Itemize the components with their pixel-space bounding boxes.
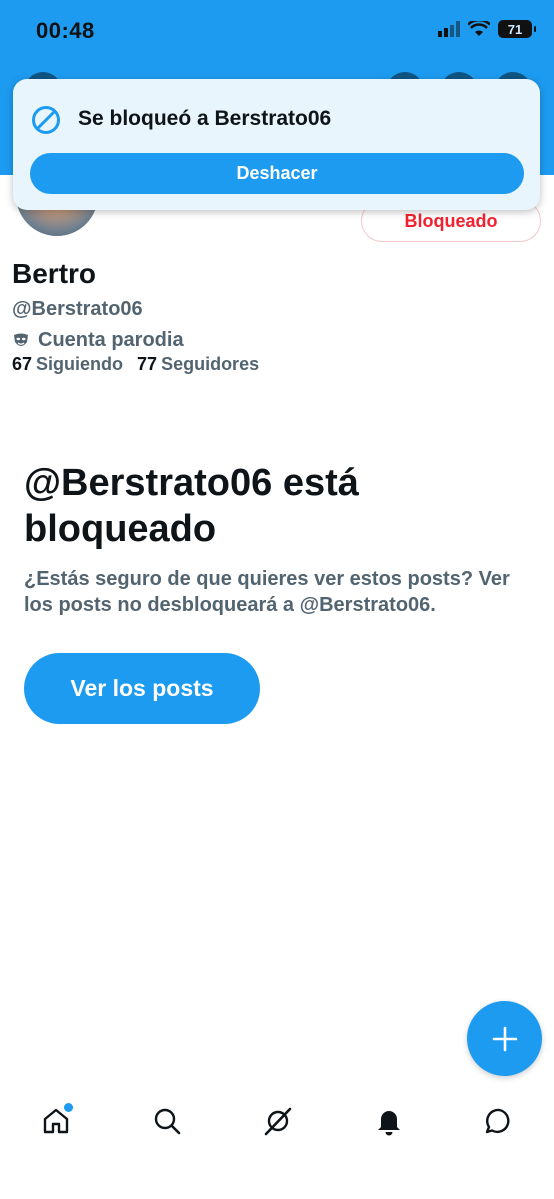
- blocked-title: @Berstrato06 está bloqueado: [24, 462, 359, 550]
- follow-stats: 67 Siguiendo 77 Seguidores: [12, 354, 259, 375]
- profile-name: Bertro: [12, 258, 97, 289]
- tab-messages[interactable]: [479, 1101, 519, 1141]
- parody-mask-icon: [14, 333, 28, 346]
- following-link[interactable]: 67 Siguiendo: [12, 354, 123, 375]
- blocked-description: ¿Estás seguro de que quieres ver estos p…: [24, 568, 510, 616]
- followers-label: Seguidores: [161, 354, 260, 374]
- parody-badge: Cuenta parodia: [12, 329, 184, 352]
- status-bar: 00:48 71: [0, 0, 554, 66]
- notifications-icon: [378, 1111, 400, 1136]
- followers-count: 77: [137, 354, 158, 374]
- bottom-tab-bar: [0, 1085, 554, 1155]
- signal-icon: [438, 21, 460, 37]
- following-label: Siguiendo: [36, 354, 124, 374]
- grok-icon: [264, 1107, 292, 1136]
- new-content-dot: [62, 1101, 75, 1114]
- messages-icon: [485, 1108, 510, 1134]
- profile-handle: @Berstrato06: [12, 298, 143, 320]
- tab-search[interactable]: [147, 1101, 187, 1141]
- tab-notifications[interactable]: [369, 1101, 409, 1141]
- search-icon: [154, 1108, 181, 1135]
- blocked-icon: [32, 106, 60, 134]
- wifi-icon: [468, 21, 490, 36]
- view-posts-button[interactable]: Ver los posts: [24, 653, 260, 724]
- status-time: 00:48: [36, 18, 95, 43]
- block-toast: Se bloqueó a Berstrato06 Deshacer: [13, 79, 540, 210]
- tab-grok[interactable]: [258, 1101, 298, 1141]
- following-count: 67: [12, 354, 33, 374]
- undo-button[interactable]: Deshacer: [30, 153, 524, 194]
- compose-button[interactable]: [467, 1001, 542, 1076]
- toast-message: Se bloqueó a Berstrato06: [78, 107, 332, 130]
- battery-indicator: 71: [498, 20, 536, 38]
- followers-link[interactable]: 77 Seguidores: [137, 354, 259, 375]
- plus-icon: [492, 1026, 517, 1051]
- parody-label: Cuenta parodia: [38, 329, 184, 351]
